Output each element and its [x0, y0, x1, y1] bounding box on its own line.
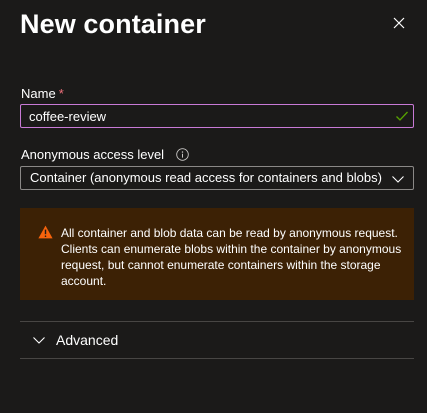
divider-bottom: [20, 358, 414, 359]
checkmark-icon: [396, 111, 408, 121]
name-label-text: Name: [21, 86, 56, 101]
warning-message-bar: All container and blob data can be read …: [20, 208, 414, 300]
chevron-down-icon: [33, 337, 45, 344]
close-icon: [393, 17, 405, 29]
access-level-label-text: Anonymous access level: [21, 147, 165, 162]
access-level-dropdown[interactable]: Container (anonymous read access for con…: [20, 166, 414, 190]
advanced-section-toggle[interactable]: Advanced: [20, 322, 414, 358]
warning-icon: [38, 225, 53, 239]
panel-title: New container: [20, 9, 206, 39]
close-button[interactable]: [389, 13, 409, 33]
required-marker: *: [58, 86, 64, 101]
name-field[interactable]: [20, 104, 414, 128]
name-input[interactable]: [29, 105, 379, 127]
info-icon[interactable]: [175, 148, 189, 161]
access-level-label: Anonymous access level: [21, 147, 189, 163]
access-level-selected-value: Container (anonymous read access for con…: [30, 170, 382, 185]
warning-text: All container and blob data can be read …: [61, 226, 402, 288]
advanced-label: Advanced: [56, 332, 119, 348]
chevron-down-icon: [392, 176, 404, 183]
name-label: Name *: [21, 86, 64, 102]
